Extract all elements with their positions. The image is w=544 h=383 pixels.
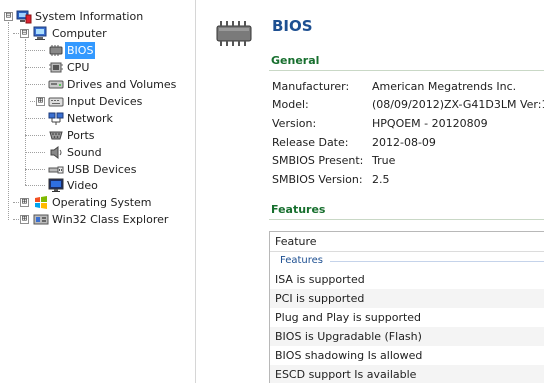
tree-item-label: Sound: [67, 146, 102, 159]
column-header-feature[interactable]: Feature: [270, 232, 544, 252]
usb-icon: [48, 162, 64, 177]
tree-item-label: USB Devices: [67, 163, 137, 176]
expand-toggle[interactable]: ⊞: [20, 198, 29, 207]
section-divider: [269, 70, 544, 71]
page-title: BIOS: [272, 17, 313, 35]
group-header-features[interactable]: Features: [280, 254, 323, 268]
tree-item-label: Input Devices: [67, 95, 143, 108]
computer-icon: [33, 26, 49, 41]
tree-item-win32-class-explorer[interactable]: ⊞ Win32 Class Explorer: [0, 211, 196, 228]
tree-item-usb-devices[interactable]: USB Devices: [0, 161, 196, 178]
group-divider: [330, 261, 544, 262]
property-value: True: [372, 154, 396, 167]
tree-item-label: Operating System: [52, 196, 152, 209]
tree-item-label: CPU: [67, 61, 90, 74]
property-value: 2.5: [372, 173, 390, 186]
tree-item-bios[interactable]: BIOS: [0, 42, 196, 59]
tree-item-label: Drives and Volumes: [67, 78, 177, 91]
navigation-tree: ⊟ System Information ⊟ Computer BIOS CPU…: [0, 0, 196, 383]
property-value: (08/09/2012)ZX-G41D3LM Ver:1.2: [372, 98, 544, 111]
property-name: Version:: [272, 117, 317, 130]
tree-item-system-information[interactable]: ⊟ System Information: [0, 8, 196, 25]
property-name: Manufacturer:: [272, 80, 350, 93]
property-name: SMBIOS Version:: [272, 173, 363, 186]
property-name: SMBIOS Present:: [272, 154, 364, 167]
table-row[interactable]: ISA is supported: [270, 270, 544, 289]
tree-item-label: Video: [67, 179, 98, 192]
property-name: Release Date:: [272, 136, 349, 149]
tree-item-label: Win32 Class Explorer: [52, 213, 169, 226]
property-name: Model:: [272, 98, 309, 111]
tree-item-label: Ports: [67, 129, 95, 142]
ports-icon: [48, 128, 64, 143]
cpu-icon: [48, 60, 64, 75]
windows-icon: [33, 195, 49, 210]
table-row[interactable]: BIOS is Upgradable (Flash): [270, 327, 544, 346]
bios-chip-icon: [213, 18, 255, 51]
network-icon: [48, 111, 64, 126]
table-row[interactable]: ESCD support Is available: [270, 365, 544, 383]
computer-info-icon: [16, 9, 32, 24]
speaker-icon: [48, 145, 64, 160]
property-value: 2012-08-09: [372, 136, 436, 149]
property-value: HPQOEM - 20120809: [372, 117, 488, 130]
tree-item-sound[interactable]: Sound: [0, 144, 196, 161]
table-row[interactable]: BIOS shadowing Is allowed: [270, 346, 544, 365]
class-explorer-icon: [33, 212, 49, 227]
keyboard-icon: [48, 94, 64, 109]
detail-pane: BIOS General Manufacturer: American Mega…: [197, 0, 544, 383]
property-value: American Megatrends Inc.: [372, 80, 517, 93]
tree-item-label: BIOS: [65, 42, 96, 59]
expand-toggle[interactable]: ⊞: [36, 97, 45, 106]
tree-item-label: Network: [67, 112, 113, 125]
collapse-toggle[interactable]: ⊟: [20, 29, 29, 38]
table-row[interactable]: Plug and Play is supported: [270, 308, 544, 327]
tree-item-network[interactable]: Network: [0, 110, 196, 127]
tree-item-label: Computer: [52, 27, 107, 40]
section-heading-general: General: [271, 54, 320, 67]
tree-item-ports[interactable]: Ports: [0, 127, 196, 144]
tree-item-computer[interactable]: ⊟ Computer: [0, 25, 196, 42]
tree-item-label: System Information: [35, 10, 144, 23]
tree-item-drives-and-volumes[interactable]: Drives and Volumes: [0, 76, 196, 93]
table-row[interactable]: PCI is supported: [270, 289, 544, 308]
tree-item-cpu[interactable]: CPU: [0, 59, 196, 76]
drive-icon: [48, 77, 64, 92]
bios-chip-icon: [48, 43, 64, 58]
tree-item-video[interactable]: Video: [0, 177, 196, 194]
section-divider: [269, 219, 544, 220]
features-table[interactable]: Feature Features ISA is supported PCI is…: [269, 231, 544, 383]
collapse-toggle[interactable]: ⊟: [4, 12, 13, 21]
tree-item-operating-system[interactable]: ⊞ Operating System: [0, 194, 196, 211]
monitor-icon: [48, 178, 64, 193]
section-heading-features: Features: [271, 203, 326, 216]
expand-toggle[interactable]: ⊞: [20, 215, 29, 224]
tree-item-input-devices[interactable]: ⊞ Input Devices: [0, 93, 196, 110]
